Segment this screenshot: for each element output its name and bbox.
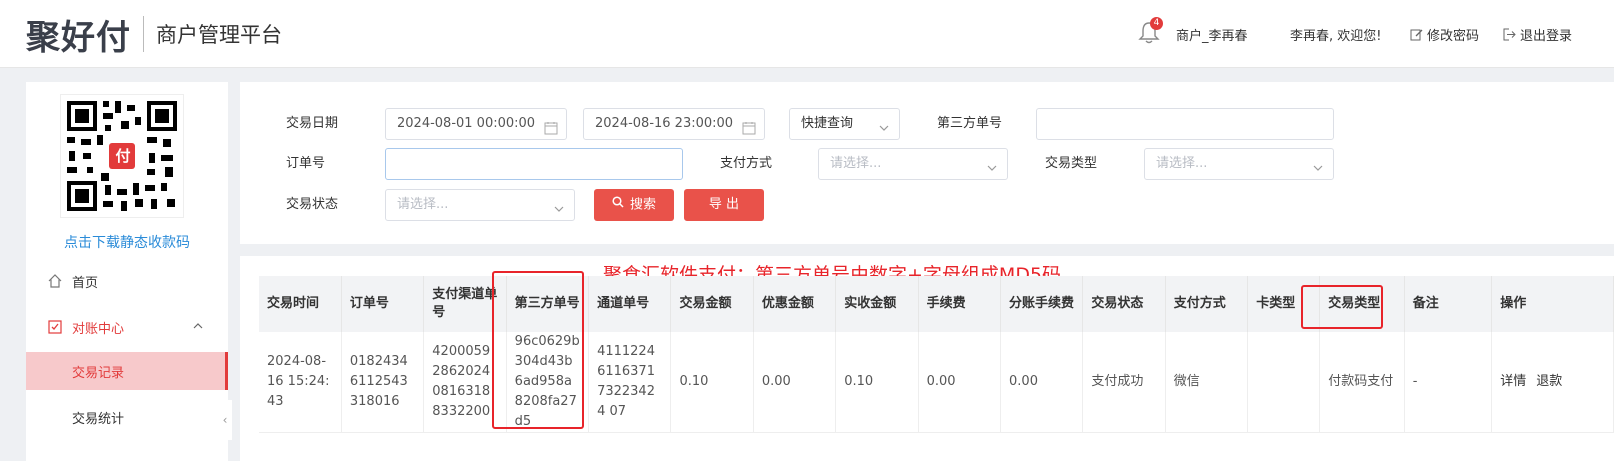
order-no-input[interactable] — [385, 148, 683, 180]
change-password-label: 修改密码 — [1427, 28, 1480, 44]
date-label: 交易日期 — [286, 116, 339, 131]
cell-split-fee: 0.00 — [1000, 332, 1084, 433]
trade-type-label: 交易类型 — [1045, 156, 1098, 171]
col-header: 支付方式 — [1165, 276, 1249, 332]
detail-link[interactable]: 详情 — [1500, 374, 1526, 389]
cell-fee: 0.00 — [918, 332, 1002, 433]
sidebar-collapse-handle[interactable]: ‹ — [218, 400, 232, 440]
home-icon — [48, 274, 62, 288]
export-button-label: 导 出 — [708, 197, 740, 212]
cell-discount: 0.00 — [753, 332, 837, 433]
logo-text: 聚好付 — [26, 17, 131, 58]
quick-query-value: 快捷查询 — [801, 116, 854, 131]
col-header: 交易时间 — [259, 276, 342, 332]
cell-status: 支付成功 — [1082, 332, 1166, 433]
highlight-box-third-party-column — [492, 271, 584, 429]
col-header: 备注 — [1404, 276, 1493, 332]
search-button-label: 搜索 — [629, 197, 656, 213]
refund-link[interactable]: 退款 — [1536, 374, 1562, 389]
table-row: 2024-08-16 15:24:43 01824346112543318016… — [259, 332, 1614, 433]
trade-type-select[interactable]: 请选择... — [1144, 148, 1334, 180]
status-select[interactable]: 请选择... — [385, 189, 575, 221]
logo: 聚好付 商户管理平台 — [26, 12, 282, 58]
col-header: 实收金额 — [835, 276, 919, 332]
transaction-table: 交易时间 订单号 支付渠道单号 第三方单号 通道单号 交易金额 优惠金额 实收金… — [259, 276, 1614, 433]
trade-type-placeholder: 请选择... — [1156, 156, 1208, 171]
calendar-icon — [742, 117, 756, 135]
chevron-down-icon — [877, 117, 891, 131]
cell-operations: 详情 退款 — [1491, 332, 1614, 433]
col-header: 分账手续费 — [1000, 276, 1084, 332]
sidebar-item-transaction-stats[interactable]: 交易统计 — [26, 398, 228, 436]
sidebar-item-label: 交易统计 — [72, 411, 125, 427]
top-header: 聚好付 商户管理平台 4 商户_李再春 李再春, 欢迎您! 修改密码 退出登录 — [0, 0, 1614, 68]
pay-method-label: 支付方式 — [720, 156, 773, 171]
col-header: 订单号 — [341, 276, 425, 332]
merchant-name: 商户_李再春 — [1176, 28, 1248, 44]
cell-trade-type: 付款码支付 — [1319, 332, 1405, 433]
sidebar-item-label: 对账中心 — [72, 321, 125, 337]
status-placeholder: 请选择... — [397, 197, 449, 212]
date-end-value: 2024-08-16 23:00:00 — [595, 116, 734, 131]
calendar-icon — [544, 117, 558, 135]
pay-method-placeholder: 请选择... — [830, 156, 882, 171]
download-qr-link[interactable]: 点击下载静态收款码 — [26, 232, 228, 252]
cell-pass-no: 4111224611637173223424 07 — [588, 332, 672, 433]
sidebar-item-reconciliation[interactable]: 对账中心 — [26, 308, 228, 346]
third-party-no-input[interactable] — [1036, 108, 1334, 140]
quick-query-select[interactable]: 快捷查询 — [789, 108, 900, 140]
export-button[interactable]: 导 出 — [684, 189, 764, 221]
edit-icon — [1410, 28, 1423, 41]
col-header: 交易金额 — [670, 276, 754, 332]
date-end-input[interactable]: 2024-08-16 23:00:00 — [583, 108, 765, 140]
welcome-text: 李再春, 欢迎您! — [1290, 28, 1382, 44]
col-header: 交易状态 — [1082, 276, 1166, 332]
change-password-link[interactable]: 修改密码 — [1410, 0, 1479, 68]
col-header: 操作 — [1491, 276, 1614, 332]
static-qr-code: 付 — [60, 94, 184, 218]
logo-divider — [143, 16, 144, 52]
logout-link[interactable]: 退出登录 — [1503, 0, 1572, 68]
highlight-box-trade-type-header — [1301, 285, 1383, 329]
cell-order-no: 01824346112543318016 — [341, 332, 425, 433]
checklist-icon — [48, 320, 62, 334]
pay-method-select[interactable]: 请选择... — [818, 148, 1008, 180]
col-header: 通道单号 — [588, 276, 672, 332]
notification-badge: 4 — [1150, 17, 1163, 30]
qr-center-badge: 付 — [115, 147, 131, 165]
search-icon — [612, 189, 624, 221]
cell-time: 2024-08-16 15:24:43 — [259, 332, 342, 433]
notification-bell-icon[interactable]: 4 — [1138, 17, 1163, 46]
chevron-left-icon: ‹ — [222, 413, 228, 427]
order-no-label: 订单号 — [286, 156, 326, 171]
sidebar: 付 点击下载静态收款码 首页 对账中心 交易记录 交易统计 — [26, 82, 228, 461]
cell-card-type — [1247, 332, 1321, 433]
third-party-no-label: 第三方单号 — [937, 116, 1003, 131]
cell-pay-method: 微信 — [1165, 332, 1249, 433]
sidebar-item-label: 交易记录 — [72, 365, 125, 381]
chevron-up-icon — [192, 320, 204, 332]
chevron-down-icon — [1311, 157, 1325, 171]
col-header: 优惠金额 — [753, 276, 837, 332]
platform-title: 商户管理平台 — [156, 23, 282, 47]
chevron-down-icon — [552, 198, 566, 212]
logout-label: 退出登录 — [1520, 28, 1573, 44]
chevron-down-icon — [985, 157, 999, 171]
cell-remark: - — [1404, 332, 1493, 433]
status-label: 交易状态 — [286, 197, 339, 212]
cell-amount: 0.10 — [670, 332, 754, 433]
sidebar-item-transaction-records[interactable]: 交易记录 — [26, 352, 228, 390]
sidebar-item-home[interactable]: 首页 — [26, 262, 228, 300]
logout-icon — [1503, 28, 1516, 41]
sidebar-item-label: 首页 — [72, 275, 99, 291]
date-start-value: 2024-08-01 00:00:00 — [397, 116, 536, 131]
cell-received: 0.10 — [835, 332, 919, 433]
col-header: 手续费 — [918, 276, 1002, 332]
date-start-input[interactable]: 2024-08-01 00:00:00 — [385, 108, 567, 140]
table-header-row: 交易时间 订单号 支付渠道单号 第三方单号 通道单号 交易金额 优惠金额 实收金… — [259, 276, 1614, 332]
search-button[interactable]: 搜索 — [594, 189, 674, 221]
